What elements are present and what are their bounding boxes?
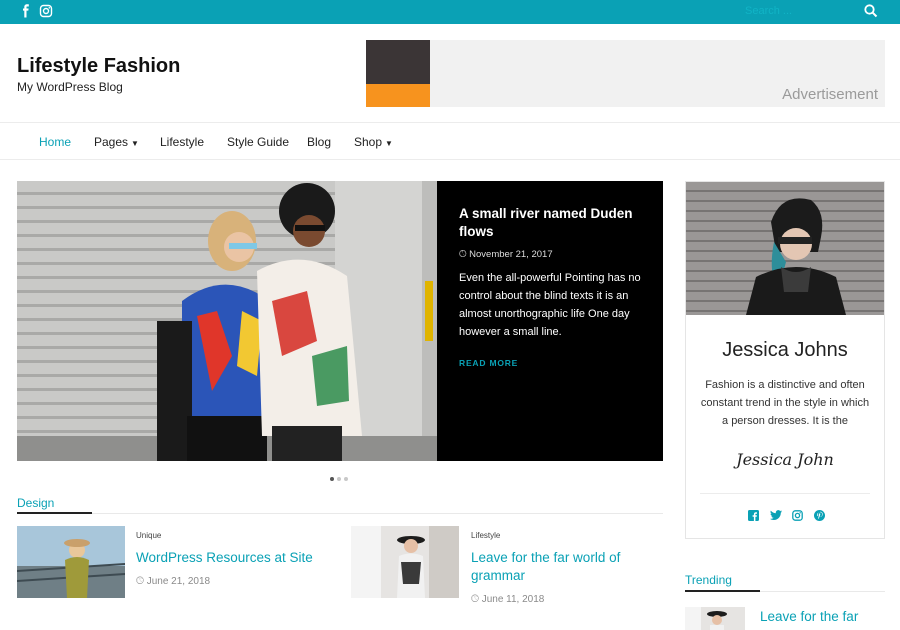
slide-date: 🕓︎ November 21, 2017 bbox=[459, 249, 553, 260]
nav-item-home[interactable]: Home bbox=[39, 135, 71, 149]
trending-post-title[interactable]: Leave for the far bbox=[760, 609, 858, 624]
trending-thumbnail[interactable] bbox=[685, 607, 745, 630]
ad-label: Advertisement bbox=[782, 86, 878, 103]
section-divider bbox=[92, 513, 663, 514]
search-input[interactable]: Search ... bbox=[745, 5, 792, 17]
nav-item-shop[interactable]: Shop ▼ bbox=[354, 135, 393, 149]
post-category[interactable]: Unique bbox=[136, 531, 161, 540]
pinterest-icon[interactable] bbox=[814, 508, 825, 521]
featured-slider[interactable]: A small river named Duden flows 🕓︎ Novem… bbox=[17, 181, 663, 461]
section-underline bbox=[17, 512, 92, 514]
ad-graphic-dark bbox=[366, 40, 430, 84]
section-divider bbox=[760, 591, 885, 592]
post-thumbnail[interactable] bbox=[17, 526, 125, 598]
section-title-design[interactable]: Design bbox=[17, 496, 54, 510]
author-photo[interactable] bbox=[686, 182, 884, 315]
slide-excerpt: Even the all-powerful Pointing has no co… bbox=[459, 272, 641, 338]
author-name: Jessica Johns bbox=[722, 339, 848, 361]
slide-caption: A small river named Duden flows 🕓︎ Novem… bbox=[459, 205, 649, 368]
instagram-icon[interactable] bbox=[39, 4, 53, 18]
main-navigation: Home Pages ▼ Lifestyle Style Guide Blog S… bbox=[0, 122, 900, 160]
nav-item-blog[interactable]: Blog bbox=[307, 135, 331, 149]
site-title[interactable]: Lifestyle Fashion bbox=[17, 55, 180, 78]
twitter-icon[interactable] bbox=[770, 508, 782, 520]
about-widget: Jessica Johns Fashion is a distinctive a… bbox=[685, 181, 885, 539]
divider bbox=[700, 493, 870, 494]
author-signature: Jessica John bbox=[736, 450, 834, 469]
clock-icon: 🕓︎ bbox=[459, 249, 467, 260]
nav-item-style-guide[interactable]: Style Guide bbox=[227, 135, 289, 149]
caret-down-icon: ▼ bbox=[385, 139, 393, 148]
instagram-icon[interactable] bbox=[792, 508, 803, 521]
post-thumbnail[interactable] bbox=[351, 526, 459, 598]
section-underline bbox=[685, 590, 760, 592]
author-bio: Fashion is a distinctive and often const… bbox=[700, 379, 870, 427]
nav-item-pages[interactable]: Pages ▼ bbox=[94, 135, 139, 149]
slider-dot[interactable] bbox=[344, 477, 348, 481]
search-icon[interactable] bbox=[863, 3, 879, 19]
author-social-links bbox=[748, 508, 828, 522]
ad-graphic-orange bbox=[366, 84, 430, 107]
post-title[interactable]: Leave for the far world of grammar bbox=[471, 549, 651, 585]
post-category[interactable]: Lifestyle bbox=[471, 531, 500, 540]
post-date: 🕓︎ June 11, 2018 bbox=[471, 594, 545, 605]
slider-pagination bbox=[330, 468, 351, 486]
read-more-link[interactable]: READ MORE bbox=[459, 358, 649, 368]
clock-icon: 🕓︎ bbox=[471, 594, 479, 605]
slider-dot[interactable] bbox=[337, 477, 341, 481]
facebook-icon[interactable] bbox=[19, 4, 33, 18]
slide-title[interactable]: A small river named Duden flows bbox=[459, 205, 649, 241]
slider-dot[interactable] bbox=[330, 477, 334, 481]
section-title-trending[interactable]: Trending bbox=[685, 573, 732, 587]
nav-item-lifestyle[interactable]: Lifestyle bbox=[160, 135, 204, 149]
caret-down-icon: ▼ bbox=[131, 139, 139, 148]
clock-icon: 🕓︎ bbox=[136, 576, 144, 587]
site-tagline: My WordPress Blog bbox=[17, 80, 123, 94]
top-bar: Search ... bbox=[0, 0, 900, 24]
advertisement-banner[interactable]: Advertisement bbox=[366, 40, 885, 107]
facebook-icon[interactable] bbox=[748, 508, 759, 521]
slide-image[interactable] bbox=[17, 181, 437, 461]
post-title[interactable]: WordPress Resources at Site bbox=[136, 549, 336, 567]
post-date: 🕓︎ June 21, 2018 bbox=[136, 576, 211, 587]
